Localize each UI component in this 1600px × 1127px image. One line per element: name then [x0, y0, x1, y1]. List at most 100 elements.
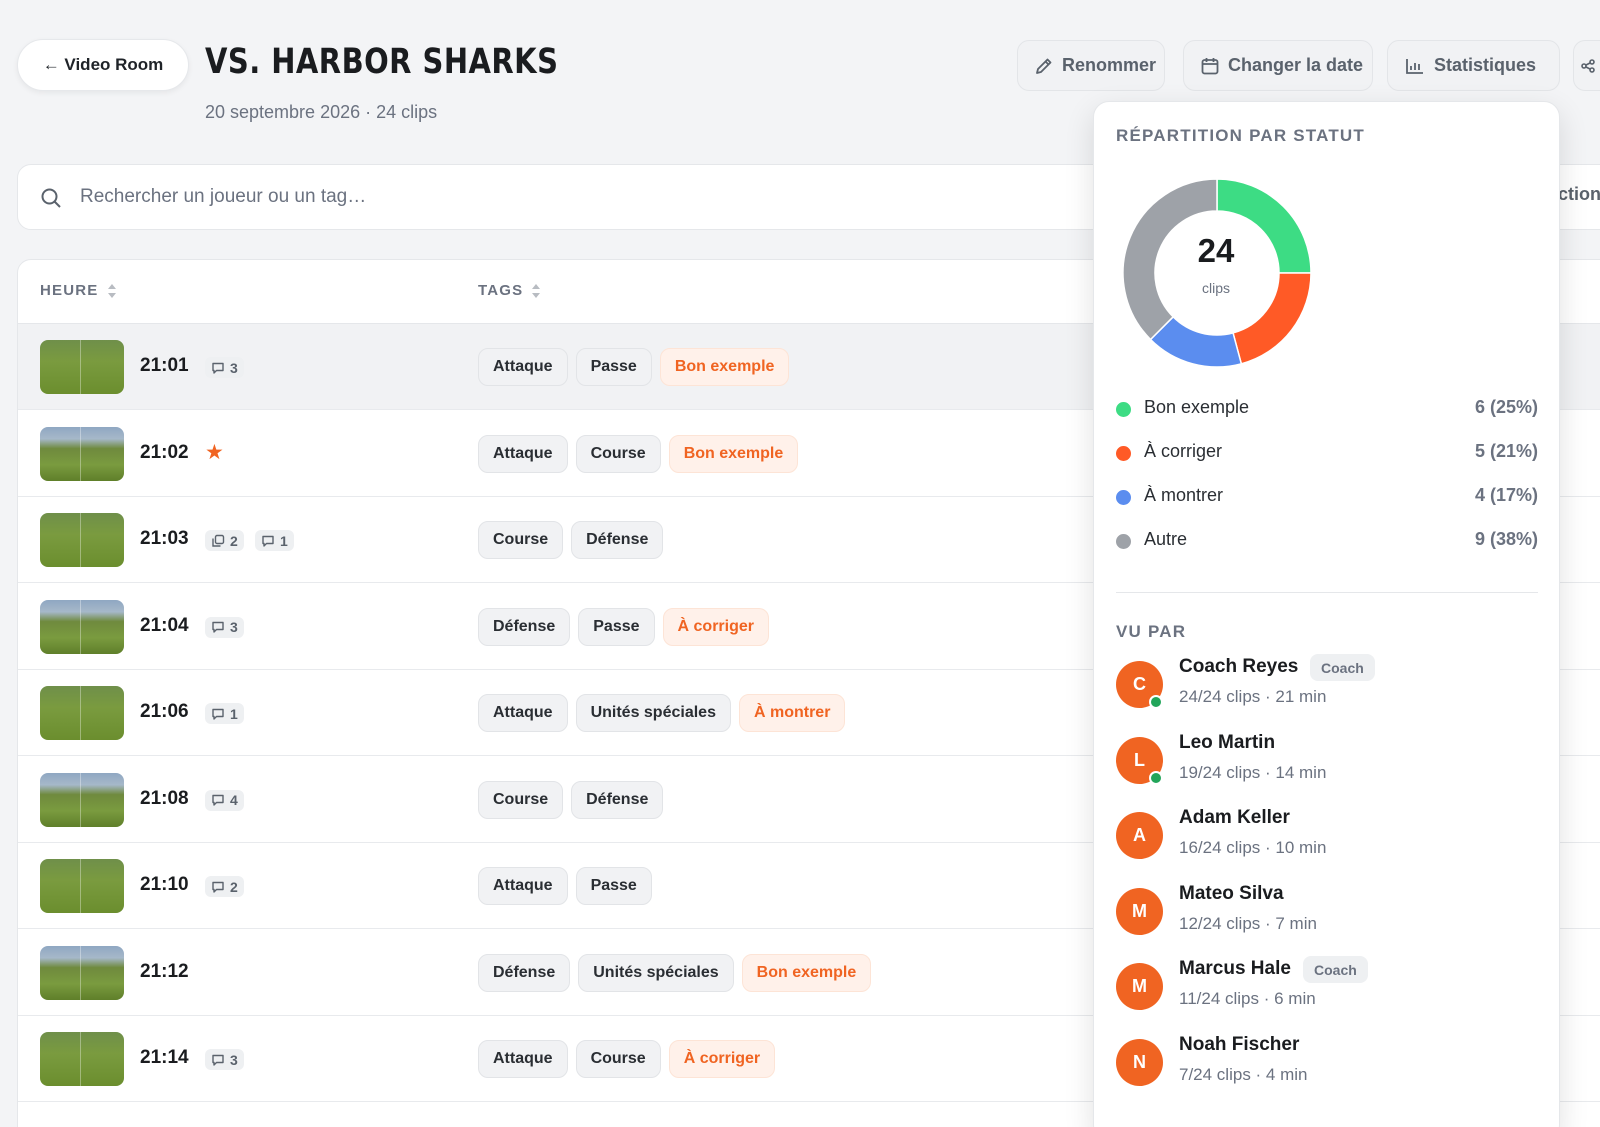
comments-count: 4 [230, 792, 238, 808]
tag-chip[interactable]: Course [478, 780, 564, 819]
favorite-star-icon[interactable]: ★ [205, 440, 224, 465]
comment-icon [262, 535, 274, 547]
viewer-progress: 24/24 clips · 21 min [1179, 687, 1327, 706]
viewer-name: Mateo Silva [1179, 882, 1284, 904]
clip-tags: Défense Unités spéciales Bon exemple [478, 953, 872, 992]
legend-dot [1116, 534, 1131, 549]
clip-tags: Attaque Unités spéciales À montrer [478, 694, 846, 732]
change-date-label: Changer la date [1228, 55, 1364, 75]
back-to-video-room-button[interactable]: ← Video Room [17, 39, 189, 91]
clip-thumbnail[interactable] [40, 945, 124, 1000]
clip-tags: Course Défense [478, 780, 664, 819]
clip-time: 21:02 [140, 441, 189, 463]
tag-chip[interactable]: Attaque [478, 434, 568, 473]
viewer-item[interactable]: L Leo Martin 19/24 clips · 14 min [1116, 729, 1546, 789]
status-chip[interactable]: Bon exemple [668, 434, 799, 473]
column-header-time-label: HEURE [40, 282, 99, 299]
tag-chip[interactable]: Course [575, 1040, 661, 1078]
clip-time: 21:14 [140, 1047, 189, 1068]
change-date-button[interactable]: Changer la date [1183, 40, 1373, 91]
comment-icon [212, 362, 224, 374]
page-title: VS. HARBOR SHARKS [205, 42, 559, 82]
comments-badge: 3 [205, 1049, 244, 1070]
comments-count: 2 [230, 878, 238, 895]
rename-label: Renommer [1062, 55, 1157, 75]
viewer-name: Noah Fischer [1179, 1033, 1300, 1055]
viewer-progress: 11/24 clips · 6 min [1179, 989, 1316, 1008]
rename-button[interactable]: Renommer [1017, 40, 1165, 91]
viewer-progress: 19/24 clips · 14 min [1179, 762, 1327, 782]
comment-icon [212, 881, 224, 893]
clip-thumbnail[interactable] [40, 340, 124, 394]
legend-dot [1116, 490, 1131, 505]
tag-chip[interactable]: Passe [575, 348, 652, 386]
tag-chip[interactable]: Défense [571, 521, 664, 559]
avatar: N [1116, 1038, 1163, 1086]
clip-tags: Course Défense [478, 521, 664, 559]
status-chip[interactable]: Bon exemple [741, 953, 872, 992]
legend-label: Autre [1144, 529, 1188, 549]
comment-icon [212, 708, 224, 720]
status-chip[interactable]: À montrer [738, 694, 846, 732]
share-button[interactable] [1573, 40, 1600, 91]
statistics-button[interactable]: Statistiques [1387, 40, 1560, 91]
column-header-time[interactable]: HEURE [40, 282, 117, 299]
statistics-label: Statistiques [1434, 55, 1537, 75]
comments-badge: 4 [205, 789, 244, 811]
legend-label: Bon exemple [1144, 397, 1250, 417]
legend-item: Autre 9 (38%) [1116, 529, 1538, 553]
versions-count: 2 [230, 532, 238, 549]
viewer-progress: 7/24 clips · 4 min [1179, 1064, 1308, 1084]
tag-chip[interactable]: Attaque [478, 694, 568, 732]
search-input[interactable] [80, 178, 680, 216]
tag-chip[interactable]: Course [575, 434, 661, 473]
comments-badge: 3 [205, 357, 244, 378]
status-chip[interactable]: À corriger [662, 607, 769, 646]
tag-chip[interactable]: Course [478, 521, 564, 559]
comments-count: 1 [230, 705, 238, 722]
clip-thumbnail[interactable] [40, 772, 124, 827]
tag-chip[interactable]: Passe [575, 867, 652, 905]
legend-dot [1116, 446, 1131, 461]
clip-thumbnail[interactable] [40, 859, 124, 913]
tag-chip[interactable]: Défense [478, 953, 571, 992]
versions-icon [212, 534, 225, 547]
column-header-tags[interactable]: TAGS [478, 282, 541, 299]
legend-value: 5 (21%) [1474, 441, 1538, 461]
tag-chip[interactable]: Attaque [478, 348, 568, 386]
comments-badge: 2 [205, 876, 244, 897]
comment-icon [212, 794, 224, 806]
avatar: M [1116, 963, 1163, 1010]
tag-chip[interactable]: Défense [571, 780, 664, 819]
tag-chip[interactable]: Passe [578, 607, 655, 646]
viewer-item[interactable]: M Mateo Silva 12/24 clips · 7 min [1116, 880, 1546, 940]
clip-tags: Attaque Passe [478, 867, 652, 905]
clip-time: 21:03 [140, 528, 189, 549]
status-chip[interactable]: À corriger [668, 1040, 776, 1078]
clip-thumbnail[interactable] [40, 426, 124, 481]
tag-chip[interactable]: Attaque [478, 867, 568, 905]
viewer-item[interactable]: A Adam Keller 16/24 clips · 10 min [1116, 804, 1546, 864]
clip-thumbnail[interactable] [40, 1032, 124, 1086]
tag-chip[interactable]: Unités spéciales [575, 694, 731, 732]
viewer-name: Coach Reyes [1179, 656, 1299, 677]
status-chip[interactable]: Bon exemple [659, 348, 790, 386]
search-icon [41, 188, 61, 208]
viewer-item[interactable]: M Marcus Hale Coach 11/24 clips · 6 min [1116, 955, 1546, 1015]
statistics-panel: RÉPARTITION PAR STATUT 24 clips Bon exem… [1093, 101, 1560, 1127]
comments-badge: 3 [205, 616, 244, 638]
tag-chip[interactable]: Défense [478, 607, 571, 646]
clip-thumbnail[interactable] [40, 513, 124, 567]
comments-count: 3 [230, 1051, 238, 1068]
viewer-item[interactable]: N Noah Fischer 7/24 clips · 4 min [1116, 1031, 1546, 1091]
donut-total-unit: clips [1201, 280, 1230, 296]
viewer-progress: 16/24 clips · 10 min [1179, 838, 1327, 857]
legend-label: À montrer [1144, 485, 1224, 505]
tag-chip[interactable]: Unités spéciales [578, 953, 734, 992]
tag-chip[interactable]: Attaque [478, 1040, 568, 1078]
clip-thumbnail[interactable] [40, 599, 124, 654]
sort-icon [107, 283, 116, 298]
clip-time: 21:01 [140, 355, 189, 376]
viewer-item[interactable]: C Coach Reyes Coach 24/24 clips · 21 min [1116, 653, 1546, 713]
clip-thumbnail[interactable] [40, 686, 124, 740]
